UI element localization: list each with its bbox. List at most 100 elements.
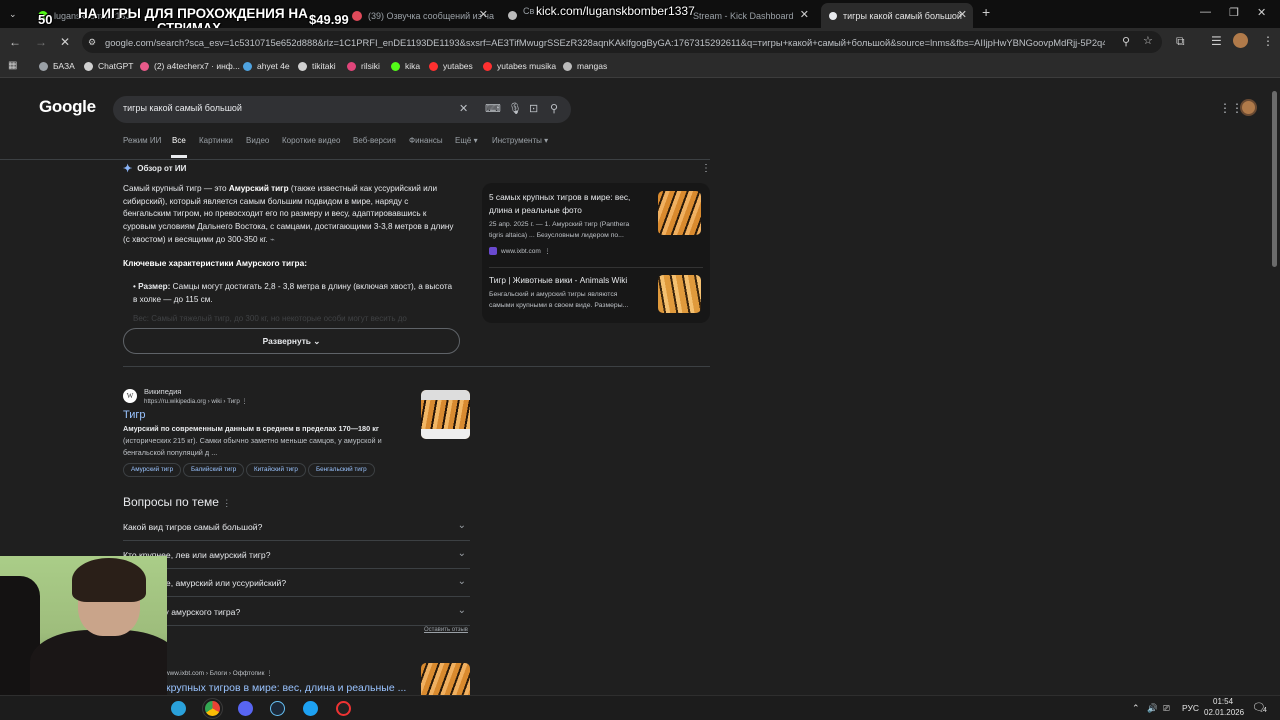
bookmark-icon bbox=[243, 61, 252, 71]
bookmark-yutabes[interactable]: yutabes bbox=[429, 61, 473, 71]
ixbt-thumbnail[interactable] bbox=[421, 663, 470, 695]
extensions-icon[interactable]: ⧉ bbox=[1176, 34, 1185, 48]
tab-finance[interactable]: Финансы bbox=[409, 136, 443, 145]
close-tab-icon[interactable]: ✕ bbox=[800, 8, 809, 21]
site-info-icon[interactable]: ⚙ bbox=[88, 35, 96, 49]
bookmark-yutabes-musika[interactable]: yutabes musika bbox=[483, 61, 556, 71]
close-window-icon[interactable]: ✕ bbox=[1257, 6, 1266, 19]
back-icon[interactable]: ← bbox=[9, 35, 21, 49]
source-2-image[interactable] bbox=[658, 275, 701, 313]
close-tab-icon[interactable]: ✕ bbox=[479, 8, 488, 21]
source-1-title[interactable]: 5 самых крупных тигров в мире: вес, длин… bbox=[489, 191, 639, 216]
source-1-site[interactable]: www.ixbt.com ⋮ bbox=[489, 247, 551, 255]
ai-subheading: Ключевые характеристики Амурского тигра: bbox=[123, 258, 307, 268]
close-tab-icon[interactable]: ✕ bbox=[958, 8, 967, 21]
page-scrollbar[interactable] bbox=[1270, 79, 1280, 695]
bookmark-baza[interactable]: БАЗА bbox=[39, 61, 75, 71]
paa-question-text: Какой вид тигров самый большой? bbox=[123, 522, 263, 532]
tab-tools[interactable]: Инструменты ▾ bbox=[492, 136, 548, 145]
lens-icon[interactable]: ⊡ bbox=[529, 102, 538, 115]
expand-label: Развернуть bbox=[262, 336, 311, 346]
microphone-icon[interactable]: 🎙 bbox=[508, 102, 522, 115]
bookmark-chatgpt[interactable]: ChatGPT bbox=[84, 61, 133, 71]
tab-video[interactable]: Видео bbox=[246, 136, 269, 145]
tab-search-icon[interactable]: ☰ bbox=[1211, 34, 1222, 48]
keyboard-icon[interactable]: ⌨ bbox=[485, 102, 501, 115]
ixbt-cite[interactable]: www.ixbt.com › Блоги › Оффтопик ⋮ bbox=[165, 669, 273, 677]
paa-question[interactable]: Какой вес у амурского тигра? ⌄ bbox=[123, 598, 470, 626]
notification-count: 4 bbox=[1263, 707, 1267, 714]
chatgpt-icon bbox=[84, 61, 93, 71]
tray-chevron-icon[interactable]: ⌃ bbox=[1132, 703, 1140, 714]
scrollbar-thumb[interactable] bbox=[1272, 91, 1277, 267]
bookmark-label: tikitaki bbox=[312, 61, 336, 71]
telegram-icon[interactable] bbox=[171, 701, 186, 716]
clock-date[interactable]: 02.01.2026 bbox=[1204, 708, 1244, 717]
feedback-link[interactable]: Оставить отзыв bbox=[424, 627, 468, 633]
bookmark-star-icon[interactable]: ☆ bbox=[1143, 34, 1153, 48]
wiki-title-link[interactable]: Тигр bbox=[123, 409, 146, 421]
bookmark-kika[interactable]: kika bbox=[391, 61, 420, 71]
tab-google-search[interactable]: тигры какой самый большой ✕ bbox=[821, 3, 973, 28]
clock-time[interactable]: 01:54 bbox=[1213, 697, 1233, 706]
chevron-down-icon: ⌄ bbox=[313, 336, 321, 346]
link-icon[interactable]: ⌁ bbox=[270, 235, 275, 244]
source-2-title[interactable]: Тигр | Животные вики - Animals Wiki bbox=[489, 275, 639, 285]
tab-short-videos[interactable]: Короткие видео bbox=[282, 136, 340, 145]
search-box[interactable]: тигры какой самый большой ✕ ⌨ 🎙 ⊡ ⚲ bbox=[113, 96, 571, 123]
clear-icon[interactable]: ✕ bbox=[459, 102, 468, 115]
bookmark-ahyet[interactable]: ahyet 4e bbox=[243, 61, 290, 71]
network-icon[interactable]: ⎚ bbox=[1163, 703, 1170, 714]
obs-icon[interactable] bbox=[336, 701, 351, 716]
bookmark-tikitaki[interactable]: tikitaki bbox=[298, 61, 336, 71]
tab-all[interactable]: Все bbox=[172, 136, 186, 145]
paa-question[interactable]: Кто крупнее, лев или амурский тигр? ⌄ bbox=[123, 541, 470, 569]
menu-icon[interactable]: ⋮ bbox=[1262, 34, 1274, 48]
new-tab-icon[interactable]: + bbox=[982, 5, 990, 19]
minimize-icon[interactable]: — bbox=[1200, 6, 1211, 18]
discord-icon[interactable] bbox=[238, 701, 253, 716]
paa-menu-icon[interactable]: ⋮ bbox=[222, 498, 231, 508]
search-icon[interactable]: ⚲ bbox=[550, 102, 558, 115]
tab-more[interactable]: Ещё ▾ bbox=[455, 136, 478, 145]
zoom-icon[interactable]: ⚲ bbox=[1122, 35, 1130, 49]
address-bar[interactable]: ⚙ google.com/search?sca_esv=1c5310715e65… bbox=[82, 31, 1162, 53]
bookmark-a4techerx7[interactable]: (2) a4techerx7 · инф... bbox=[140, 61, 240, 71]
wiki-cite[interactable]: https://ru.wikipedia.org › wiki › Тигр ⋮ bbox=[144, 398, 248, 405]
volume-icon[interactable]: 🔊 bbox=[1147, 703, 1158, 714]
wiki-site-name[interactable]: Википедия bbox=[144, 387, 181, 396]
tab-tts[interactable]: (39) Озвучка сообщений из ча ✕ bbox=[344, 3, 494, 28]
paa-question[interactable]: Какой вид тигров самый большой? ⌄ bbox=[123, 513, 470, 541]
url-text[interactable]: google.com/search?sca_esv=1c5310715e652d… bbox=[105, 37, 1105, 48]
edge-icon[interactable] bbox=[303, 701, 318, 716]
chip-bali[interactable]: Балийский тигр bbox=[183, 463, 245, 477]
wiki-thumbnail[interactable] bbox=[421, 390, 470, 439]
active-tab-underline bbox=[171, 155, 187, 158]
language-indicator[interactable]: РУС bbox=[1182, 703, 1199, 713]
forward-icon[interactable]: → bbox=[35, 35, 47, 49]
bookmark-rilsiki[interactable]: rilsiki bbox=[347, 61, 380, 71]
ai-overview-menu-icon[interactable]: ⋮ bbox=[701, 162, 711, 176]
google-account-avatar[interactable] bbox=[1240, 99, 1257, 116]
tab-ai-mode[interactable]: Режим ИИ bbox=[123, 136, 161, 145]
bookmark-label: yutabes bbox=[443, 61, 473, 71]
tab-web[interactable]: Веб-версия bbox=[353, 136, 396, 145]
search-input[interactable]: тигры какой самый большой bbox=[123, 103, 242, 113]
google-logo[interactable]: Google bbox=[39, 97, 96, 117]
tab-images[interactable]: Картинки bbox=[199, 136, 233, 145]
chip-china[interactable]: Китайский тигр bbox=[246, 463, 306, 477]
apps-grid-icon[interactable]: ▦ bbox=[8, 59, 17, 73]
chip-amur[interactable]: Амурский тигр bbox=[123, 463, 182, 477]
restore-icon[interactable]: ❐ bbox=[1229, 6, 1239, 19]
profile-avatar[interactable] bbox=[1233, 33, 1248, 48]
steam-icon[interactable] bbox=[270, 701, 285, 716]
source-1-image[interactable] bbox=[658, 191, 701, 235]
chip-bengal[interactable]: Бенгальский тигр bbox=[308, 463, 375, 477]
expand-button[interactable]: Развернуть ⌄ bbox=[123, 328, 460, 354]
bookmark-mangas[interactable]: mangas bbox=[563, 61, 607, 71]
chrome-icon[interactable] bbox=[205, 701, 220, 716]
tab-search-chevron-icon[interactable]: ⌄ bbox=[9, 7, 17, 21]
ixbt-title-link[interactable]: крупных тигров в мире: вес, длина и реал… bbox=[166, 682, 406, 694]
paa-question[interactable]: Кто крупнее, амурский или уссурийский? ⌄ bbox=[123, 569, 470, 597]
stop-icon[interactable]: ✕ bbox=[60, 35, 70, 49]
